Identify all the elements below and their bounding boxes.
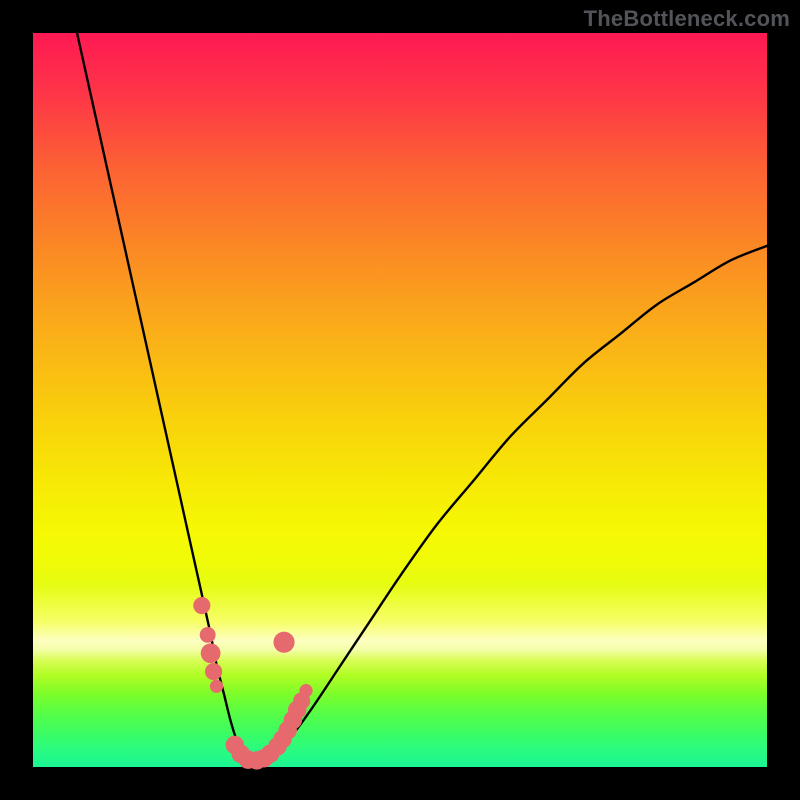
chart-plot-area [33,33,767,767]
watermark-text: TheBottleneck.com [584,6,790,32]
data-marker [273,632,294,653]
data-marker [205,663,222,680]
curve-right-branch [253,246,767,761]
data-marker [193,597,210,614]
data-marker [210,680,223,693]
bottleneck-curve [33,33,767,767]
chart-frame: TheBottleneck.com [0,0,800,800]
curve-left-branch [77,33,253,761]
data-marker [201,643,221,663]
data-marker [299,684,312,697]
data-marker [200,627,216,643]
